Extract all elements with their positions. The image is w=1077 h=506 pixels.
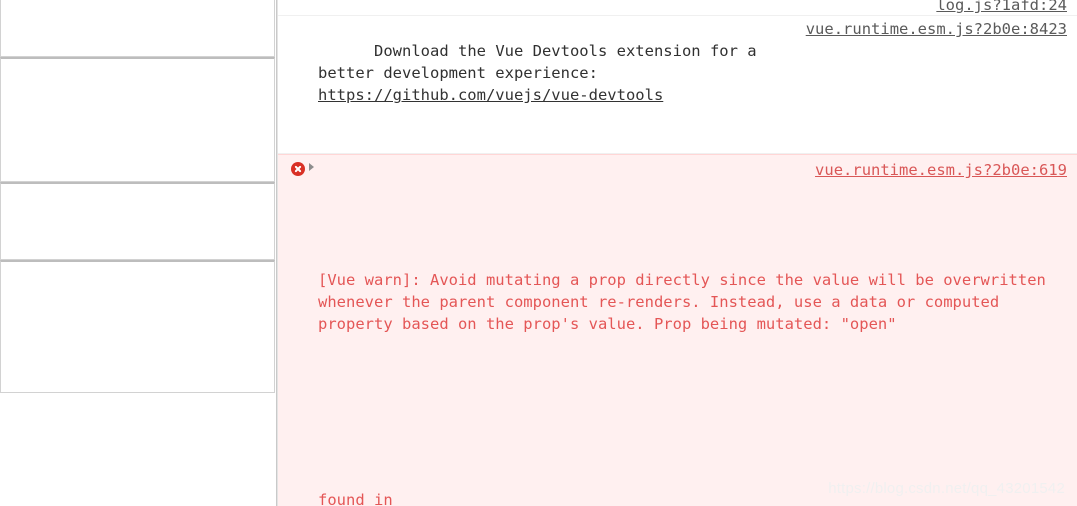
console-message-error[interactable]: [Vue warn]: Avoid mutating a prop direct…	[278, 154, 1077, 506]
watermark: https://blog.csdn.net/qq_43201542	[828, 480, 1065, 497]
preview-panel-4[interactable]	[0, 260, 275, 393]
error-spacer	[318, 401, 1067, 423]
app-preview-pane	[0, 0, 277, 506]
preview-panel-1[interactable]	[0, 0, 275, 57]
preview-panel-2[interactable]	[0, 57, 275, 182]
console-message-log[interactable]: [HMR] Waiting for update signal from WDS…	[278, 0, 1077, 16]
preview-panel-3[interactable]	[0, 182, 275, 260]
vue-devtools-url-link[interactable]: https://github.com/vuejs/vue-devtools	[318, 86, 663, 104]
error-circle-icon	[291, 162, 305, 176]
console-source-link[interactable]: log.js?1afd:24	[936, 0, 1067, 15]
panel-stack	[0, 0, 275, 393]
console-message-log[interactable]: Download the Vue Devtools extension for …	[278, 16, 1077, 154]
console-message-text: Download the Vue Devtools extension for …	[318, 42, 757, 82]
error-message-text: [Vue warn]: Avoid mutating a prop direct…	[318, 271, 1056, 333]
devtools-window: [HMR] Waiting for update signal from WDS…	[0, 0, 1077, 506]
console-source-link[interactable]: vue.runtime.esm.js?2b0e:619	[815, 159, 1067, 181]
chevron-right-disclosure-icon[interactable]	[309, 163, 314, 171]
console-panel[interactable]: [HMR] Waiting for update signal from WDS…	[277, 0, 1077, 506]
console-source-link[interactable]: vue.runtime.esm.js?2b0e:8423	[806, 18, 1067, 40]
